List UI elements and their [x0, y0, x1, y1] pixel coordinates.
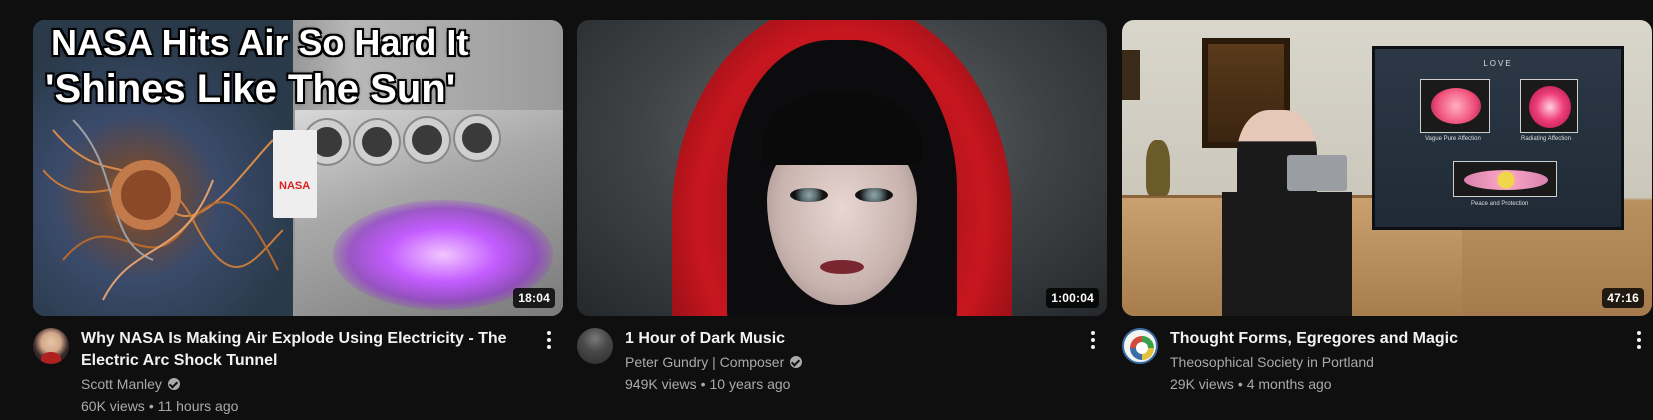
- video-grid: NASA NASA Hits Air So Hard It 'Shines Li…: [0, 0, 1653, 420]
- slide-image: [1420, 79, 1490, 133]
- verified-check-icon: [790, 356, 803, 368]
- video-stats: 29K views • 4 months ago: [1170, 374, 1625, 394]
- channel-name[interactable]: Scott Manley: [81, 374, 162, 394]
- video-stats: 60K views • 11 hours ago: [81, 396, 535, 416]
- video-thumbnail[interactable]: 1:00:04: [577, 20, 1107, 316]
- thumbnail-port: [405, 118, 449, 162]
- video-card[interactable]: 1:00:04 1 Hour of Dark Music Peter Gundr…: [577, 20, 1107, 418]
- video-info: Why NASA Is Making Air Explode Using Ele…: [81, 328, 563, 418]
- slide-title: LOVE: [1483, 59, 1513, 68]
- thumbnail-port: [355, 120, 399, 164]
- video-title[interactable]: Why NASA Is Making Air Explode Using Ele…: [81, 328, 535, 372]
- video-thumbnail[interactable]: LOVE Vague Pure Affection Radiating Affe…: [1122, 20, 1652, 316]
- video-info: Thought Forms, Egregores and Magic Theos…: [1170, 328, 1653, 418]
- view-count: 29K views: [1170, 376, 1234, 392]
- video-meta: 1 Hour of Dark Music Peter Gundry | Comp…: [577, 328, 1107, 418]
- more-vert-icon[interactable]: [1629, 328, 1649, 352]
- thumbnail-wall-frame: [1122, 50, 1140, 100]
- channel-avatar[interactable]: [33, 328, 69, 364]
- video-thumbnail[interactable]: NASA NASA Hits Air So Hard It 'Shines Li…: [33, 20, 563, 316]
- thumbnail-eye: [790, 188, 828, 202]
- thumbnail-lectern: [1222, 192, 1352, 316]
- upload-age: 4 months ago: [1246, 376, 1332, 392]
- video-duration: 47:16: [1602, 288, 1644, 308]
- thumbnail-overlay-text: NASA Hits Air So Hard It 'Shines Like Th…: [45, 20, 561, 112]
- video-card[interactable]: LOVE Vague Pure Affection Radiating Affe…: [1122, 20, 1653, 418]
- channel-avatar[interactable]: [1122, 328, 1158, 364]
- more-vert-icon[interactable]: [1083, 328, 1103, 352]
- video-info: 1 Hour of Dark Music Peter Gundry | Comp…: [625, 328, 1107, 418]
- channel-name-row: Scott Manley: [81, 374, 535, 394]
- slide-caption: Radiating Affection: [1521, 136, 1571, 142]
- slide-image: [1520, 79, 1578, 133]
- separator: •: [700, 376, 706, 392]
- channel-name[interactable]: Peter Gundry | Composer: [625, 352, 784, 372]
- thumbnail-text-line2: 'Shines Like The Sun': [45, 67, 456, 111]
- channel-avatar[interactable]: [577, 328, 613, 364]
- video-stats: 949K views • 10 years ago: [625, 374, 1079, 394]
- channel-name[interactable]: Theosophical Society in Portland: [1170, 352, 1374, 372]
- view-count: 949K views: [625, 376, 697, 392]
- channel-name-row: Peter Gundry | Composer: [625, 352, 1079, 372]
- nasa-tag-text: NASA: [279, 180, 311, 192]
- upload-age: 10 years ago: [709, 376, 791, 392]
- slide-caption: Peace and Protection: [1471, 201, 1529, 207]
- nasa-tag: NASA: [273, 130, 317, 218]
- video-title[interactable]: 1 Hour of Dark Music: [625, 328, 1079, 350]
- thumbnail-slide: LOVE Vague Pure Affection Radiating Affe…: [1372, 46, 1624, 230]
- video-title[interactable]: Thought Forms, Egregores and Magic: [1170, 328, 1625, 350]
- channel-name-row: Theosophical Society in Portland: [1170, 352, 1625, 372]
- video-meta: Why NASA Is Making Air Explode Using Ele…: [33, 328, 563, 418]
- video-duration: 18:04: [513, 288, 555, 308]
- thumbnail-text-line1: NASA Hits Air So Hard It: [51, 22, 469, 63]
- video-card[interactable]: NASA NASA Hits Air So Hard It 'Shines Li…: [33, 20, 563, 418]
- thumbnail-port: [455, 116, 499, 160]
- slide-image: [1453, 161, 1557, 197]
- view-count: 60K views: [81, 398, 145, 414]
- verified-check-icon: [167, 378, 180, 390]
- slide-caption: Vague Pure Affection: [1425, 136, 1481, 142]
- video-duration: 1:00:04: [1046, 288, 1099, 308]
- thumbnail-laptop: [1287, 155, 1347, 191]
- thumbnail-vase: [1146, 140, 1170, 196]
- more-vert-icon[interactable]: [539, 328, 559, 352]
- separator: •: [148, 398, 154, 414]
- thumbnail-lips: [820, 260, 864, 274]
- upload-age: 11 hours ago: [157, 398, 239, 414]
- separator: •: [1237, 376, 1243, 392]
- thumbnail-eye: [855, 188, 893, 202]
- thumbnail-ring: [111, 160, 181, 230]
- video-meta: Thought Forms, Egregores and Magic Theos…: [1122, 328, 1653, 418]
